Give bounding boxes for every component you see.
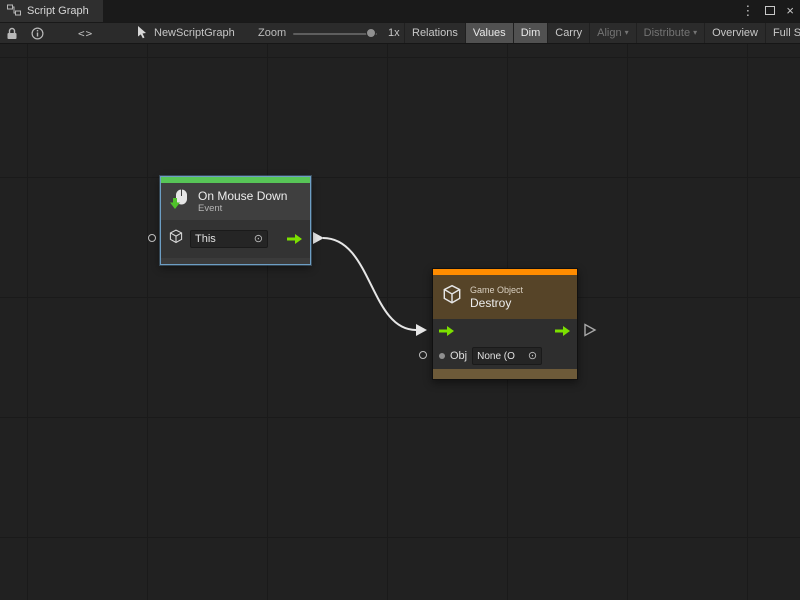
info-icon[interactable] — [31, 23, 44, 43]
graph-canvas[interactable]: On Mouse Down Event This ⊙ — [0, 44, 800, 600]
output-continuation-icon — [583, 323, 597, 342]
code-icon[interactable]: <> — [78, 23, 93, 43]
graph-name: NewScriptGraph — [154, 27, 235, 39]
values-button[interactable]: Values — [465, 23, 513, 43]
node-subtitle: Event — [198, 203, 287, 214]
node-footer — [161, 258, 310, 264]
zoom-slider-track[interactable] — [293, 33, 377, 35]
node-header[interactable]: On Mouse Down Event — [161, 183, 310, 220]
chevron-down-icon: ▾ — [693, 29, 697, 37]
title-bar: Script Graph ⋮ × — [0, 0, 800, 22]
trigger-output-port[interactable] — [287, 233, 303, 245]
event-target-input-port[interactable] — [148, 234, 156, 242]
trigger-output-port[interactable] — [555, 325, 571, 337]
target-dropdown[interactable]: This ⊙ — [190, 230, 268, 248]
lock-icon[interactable] — [6, 23, 18, 43]
trigger-input-port[interactable] — [439, 325, 455, 337]
zoom-slider-handle[interactable] — [366, 28, 376, 38]
node-on-mouse-down[interactable]: On Mouse Down Event This ⊙ — [160, 176, 311, 265]
zoom-value: 1x — [388, 23, 400, 43]
script-graph-window: Script Graph ⋮ × <> — [0, 0, 800, 600]
obj-param-row: Obj None (O ⊙ — [433, 343, 577, 369]
cube-icon — [168, 228, 184, 250]
carry-button[interactable]: Carry — [547, 23, 589, 43]
graph-breadcrumb[interactable]: NewScriptGraph — [136, 23, 235, 43]
target-port-row: This ⊙ — [161, 220, 310, 258]
zoom-label: Zoom — [258, 23, 286, 43]
node-header[interactable]: Game Object Destroy — [433, 275, 577, 319]
node-title: On Mouse Down — [198, 189, 287, 203]
object-picker-icon: ⊙ — [254, 234, 263, 245]
relations-button[interactable]: Relations — [404, 23, 465, 43]
tab-script-graph[interactable]: Script Graph — [0, 0, 103, 22]
graph-toolbar: <> NewScriptGraph Zoom 1x Relations Valu… — [0, 22, 800, 44]
connection-wire — [0, 44, 800, 600]
node-destroy[interactable]: Game Object Destroy O — [432, 268, 578, 380]
toolbar-buttons: Relations Values Dim Carry Align ▾ Distr… — [404, 23, 800, 43]
cube-icon — [441, 283, 463, 311]
align-button[interactable]: Align ▾ — [589, 23, 635, 43]
destroy-obj-input-port[interactable] — [419, 351, 427, 359]
close-icon[interactable]: × — [786, 0, 794, 22]
mouse-event-icon — [169, 188, 191, 215]
distribute-button[interactable]: Distribute ▾ — [636, 23, 704, 43]
obj-dropdown[interactable]: None (O ⊙ — [472, 347, 542, 365]
pointer-icon — [136, 25, 148, 42]
node-title: Destroy — [470, 296, 523, 310]
maximize-icon[interactable] — [765, 0, 775, 22]
param-label: Obj — [450, 350, 467, 362]
node-category: Game Object — [470, 285, 523, 296]
window-controls: ⋮ × — [741, 0, 794, 22]
object-picker-icon: ⊙ — [528, 351, 537, 362]
script-graph-icon — [7, 4, 21, 19]
node-footer — [433, 369, 577, 379]
overview-button[interactable]: Overview — [704, 23, 765, 43]
dim-button[interactable]: Dim — [513, 23, 548, 43]
tab-title: Script Graph — [27, 5, 89, 17]
chevron-down-icon: ▾ — [625, 29, 629, 37]
fullscreen-button[interactable]: Full Screen — [765, 23, 800, 43]
trigger-row — [433, 319, 577, 343]
value-dot-icon — [439, 353, 445, 359]
menu-icon[interactable]: ⋮ — [741, 0, 754, 22]
